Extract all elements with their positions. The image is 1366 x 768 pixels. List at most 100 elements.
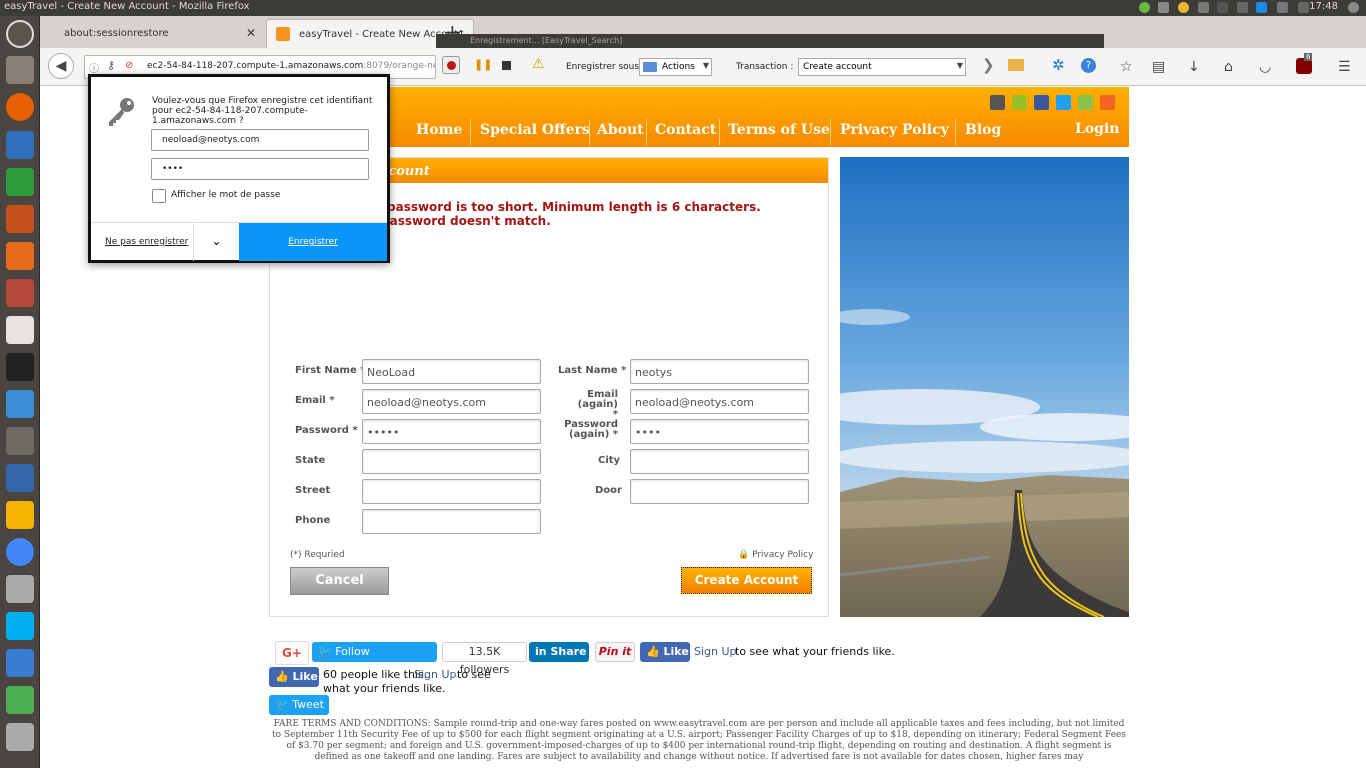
clock[interactable]: 17:48 <box>1309 1 1338 12</box>
key-icon[interactable]: ⚷ <box>107 59 115 72</box>
info-icon[interactable]: ⓘ <box>89 60 99 75</box>
next-arrow-icon[interactable]: ❯ <box>982 56 995 74</box>
transaction-select[interactable]: Create account ▼ <box>798 58 966 76</box>
google-icon[interactable] <box>1078 95 1093 110</box>
tweet-button[interactable]: 🐦 Tweet <box>269 695 329 715</box>
twitter-follow-button[interactable]: 🐦 Follow @dynatrace <box>312 642 437 678</box>
nav-about[interactable]: About <box>597 122 644 138</box>
dash-icon[interactable] <box>6 20 34 48</box>
files-icon[interactable] <box>6 56 34 84</box>
nav-login[interactable]: Login <box>1075 121 1119 137</box>
linkedin-share-button[interactable]: in Share <box>529 642 589 662</box>
help-icon[interactable] <box>6 575 34 603</box>
android-icon[interactable] <box>1012 95 1027 110</box>
nav-special-offers[interactable]: Special Offers <box>480 122 590 138</box>
record-button[interactable] <box>442 56 460 74</box>
pocket-icon[interactable]: ◡ <box>1259 59 1271 75</box>
home-icon[interactable]: ⌂ <box>1224 59 1233 75</box>
twitter-icon[interactable] <box>1056 95 1071 110</box>
dropbox-icon[interactable] <box>1158 2 1169 13</box>
picasa-icon[interactable] <box>6 501 34 529</box>
downloads-icon[interactable]: ↓ <box>1188 59 1200 75</box>
gimp-icon[interactable] <box>6 427 34 455</box>
cancel-button[interactable]: Cancel <box>290 567 389 595</box>
email-input[interactable]: neoload@neotys.com <box>362 389 541 414</box>
save-under-select[interactable]: Actions ▼ <box>639 58 712 76</box>
stop-button[interactable] <box>502 61 511 70</box>
settings-icon[interactable] <box>6 279 34 307</box>
insecure-icon[interactable]: ⊘ <box>125 60 133 71</box>
show-password-label[interactable]: Afficher le mot de passe <box>171 190 280 200</box>
open-folder-icon[interactable] <box>1008 59 1024 71</box>
intellij-icon[interactable] <box>6 353 34 381</box>
nav-home[interactable]: Home <box>416 122 462 138</box>
writer-icon[interactable] <box>6 131 34 159</box>
box-icon[interactable] <box>6 390 34 418</box>
never-save-button[interactable]: Ne pas enregistrer <box>105 237 188 247</box>
nav-contact[interactable]: Contact <box>655 122 716 138</box>
pinterest-button[interactable]: Pin it <box>595 642 635 662</box>
status-check-icon[interactable] <box>1139 2 1150 13</box>
first-name-input[interactable]: NeoLoad <box>362 359 541 384</box>
rss-icon[interactable] <box>1100 95 1115 110</box>
warning-icon[interactable]: ⚠ <box>532 56 545 72</box>
pause-button[interactable]: ❚❚ <box>474 58 492 71</box>
close-icon[interactable]: ✕ <box>246 26 256 40</box>
back-button[interactable]: ◀ <box>48 53 74 79</box>
skype-icon[interactable] <box>6 612 34 640</box>
password-input[interactable]: ••••• <box>362 419 541 444</box>
privacy-policy-link[interactable]: 🔒 Privacy Policy <box>738 550 813 560</box>
drive-icon[interactable] <box>6 649 34 677</box>
facebook-signup-link-2[interactable]: Sign Up <box>414 668 457 681</box>
street-input[interactable] <box>362 479 541 504</box>
calc-icon[interactable] <box>6 168 34 196</box>
help-icon[interactable]: ? <box>1081 58 1096 73</box>
password-again-label: Password (again) * <box>564 419 618 440</box>
google-plus-button[interactable]: G+ <box>275 641 309 665</box>
bluetooth-icon[interactable] <box>1237 2 1248 13</box>
facebook-signup-link[interactable]: Sign Up <box>694 645 737 658</box>
last-name-input[interactable]: neotys <box>630 359 809 384</box>
show-password-checkbox[interactable] <box>152 189 166 203</box>
chrome-icon[interactable] <box>6 538 34 566</box>
door-input[interactable] <box>630 479 809 504</box>
firefox-icon[interactable] <box>6 93 34 121</box>
mail-icon[interactable] <box>1256 2 1267 13</box>
email-again-input[interactable]: neoload@neotys.com <box>630 389 809 414</box>
network-icon[interactable] <box>1198 2 1209 13</box>
wifi-icon[interactable] <box>1277 2 1288 13</box>
remote-desktop-icon[interactable] <box>6 464 34 492</box>
password-again-input[interactable]: •••• <box>630 419 809 444</box>
reading-list-icon[interactable]: ▤ <box>1152 59 1165 75</box>
nav-terms[interactable]: Terms of Use <box>728 122 830 138</box>
chrome-tray-icon[interactable] <box>1178 2 1189 13</box>
impress-icon[interactable] <box>6 205 34 233</box>
facebook-icon[interactable] <box>1034 95 1049 110</box>
apple-icon[interactable] <box>990 95 1005 110</box>
facebook-like-button-2[interactable]: 👍 Like <box>269 667 319 687</box>
amazon-icon[interactable] <box>6 316 34 344</box>
phone-input[interactable] <box>362 509 541 534</box>
nav-privacy[interactable]: Privacy Policy <box>840 122 949 138</box>
more-options-button[interactable]: ⌄ <box>193 223 239 261</box>
create-account-button[interactable]: Create Account <box>681 567 812 594</box>
url-text[interactable]: ec2-54-84-118-207.compute-1.amazonaws.co… <box>147 61 435 71</box>
menu-icon[interactable]: ☰ <box>1338 59 1351 75</box>
sync-icon[interactable]: ✲ <box>1052 56 1065 74</box>
save-password-button[interactable]: Enregistrer <box>239 223 387 261</box>
power-icon[interactable] <box>1348 2 1359 13</box>
app-icon[interactable] <box>6 686 34 714</box>
city-input[interactable] <box>630 449 809 474</box>
nav-blog[interactable]: Blog <box>965 122 1001 138</box>
state-input[interactable] <box>362 449 541 474</box>
username-field[interactable]: neoload@neotys.com <box>151 129 369 151</box>
password-field[interactable]: •••• <box>151 158 369 180</box>
nav-divider <box>955 119 956 145</box>
trash-icon[interactable] <box>6 723 34 751</box>
volume-icon[interactable] <box>1298 2 1309 13</box>
keyboard-layout-icon[interactable] <box>1217 2 1228 13</box>
facebook-like-button[interactable]: 👍 Like <box>640 642 690 662</box>
bookmark-star-icon[interactable]: ☆ <box>1120 59 1133 75</box>
software-center-icon[interactable] <box>6 242 34 270</box>
tab-sessionrestore[interactable]: about:sessionrestore ✕ <box>40 19 266 48</box>
